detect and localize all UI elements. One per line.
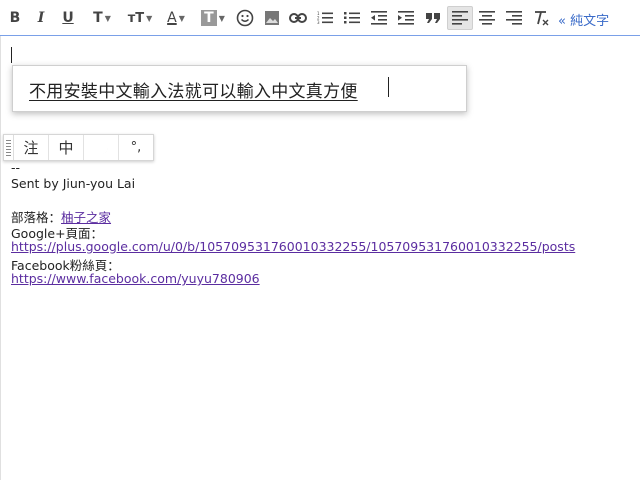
insert-image-button[interactable] <box>261 6 283 30</box>
emoji-button[interactable] <box>234 6 256 30</box>
bulleted-list-button[interactable] <box>341 6 363 30</box>
ime-punctuation-label: °, <box>130 140 142 155</box>
insert-link-button[interactable] <box>287 6 309 30</box>
increase-indent-button[interactable] <box>395 6 417 30</box>
plain-text-label: « 純文字 <box>558 14 610 29</box>
align-left-button[interactable] <box>447 6 473 30</box>
decrease-indent-button[interactable] <box>368 6 390 30</box>
align-center-icon <box>479 11 495 25</box>
italic-button[interactable]: I <box>32 6 50 30</box>
bulleted-list-icon <box>344 12 360 24</box>
highlight-dropdown[interactable]: T ▼ <box>197 6 229 30</box>
bold-label: B <box>9 10 21 26</box>
font-family-label: T <box>93 10 103 26</box>
link-icon <box>289 13 307 23</box>
numbered-list-button[interactable]: 123 <box>314 6 336 30</box>
half-moon-icon <box>97 142 108 154</box>
signature-separator: -- <box>11 160 21 175</box>
text-cursor <box>11 47 12 63</box>
facebook-url[interactable]: https://www.facebook.com/yuyu780906 <box>11 271 260 286</box>
gplus-url[interactable]: https://plus.google.com/u/0/b/1057095317… <box>11 239 575 254</box>
ime-zhuyin-label: 注 <box>23 139 39 157</box>
ime-chinese-label: 中 <box>58 139 74 157</box>
highlight-label: T <box>201 10 217 26</box>
chevron-down-icon: ▼ <box>218 13 225 23</box>
smiley-icon <box>236 9 254 27</box>
font-family-dropdown[interactable]: T ▼ <box>86 6 118 30</box>
underline-button[interactable]: U <box>58 6 78 30</box>
quote-icon <box>426 13 440 23</box>
bold-button[interactable]: B <box>6 6 24 30</box>
align-right-icon <box>506 11 522 25</box>
ime-toolbar: 注 中 °, <box>3 134 154 161</box>
ime-punctuation-button[interactable]: °, <box>119 135 153 160</box>
ime-candidate-text[interactable]: 不用安裝中文輸入法就可以輸入中文真方便 <box>29 77 358 102</box>
quote-button[interactable] <box>422 6 444 30</box>
ime-caret <box>388 77 389 97</box>
align-right-button[interactable] <box>503 6 525 30</box>
gplus-link[interactable]: https://plus.google.com/u/0/b/1057095317… <box>11 239 575 254</box>
chevron-down-icon: ▼ <box>178 13 185 23</box>
underline-label: U <box>62 10 74 26</box>
image-icon <box>265 11 279 25</box>
font-size-dropdown[interactable]: тT ▼ <box>124 6 156 30</box>
italic-label: I <box>37 10 45 26</box>
ime-zhuyin-button[interactable]: 注 <box>14 135 49 160</box>
ime-half-full-width-button[interactable] <box>84 135 119 160</box>
formatting-toolbar: B I U T ▼ тT ▼ A ▼ T ▼ 123 « 純文字 <box>0 0 640 36</box>
editor-left-border <box>0 36 1 480</box>
drag-handle-icon[interactable] <box>4 135 14 160</box>
ime-candidate-popup: 不用安裝中文輸入法就可以輸入中文真方便 <box>12 65 467 112</box>
svg-text:3: 3 <box>317 20 320 25</box>
facebook-link[interactable]: https://www.facebook.com/yuyu780906 <box>11 271 260 286</box>
align-left-icon <box>452 11 468 25</box>
font-size-label: тT <box>127 10 145 26</box>
text-color-dropdown[interactable]: A ▼ <box>160 6 192 30</box>
text-color-label: A <box>167 10 177 26</box>
indent-icon <box>398 11 414 25</box>
plain-text-toggle[interactable]: « 純文字 <box>558 10 609 29</box>
ime-chinese-mode-button[interactable]: 中 <box>49 135 84 160</box>
outdent-icon <box>371 11 387 25</box>
remove-formatting-button[interactable] <box>530 6 552 30</box>
chevron-down-icon: ▼ <box>146 13 153 23</box>
sent-by-text: Sent by Jiun-you Lai <box>11 176 136 191</box>
numbered-list-icon: 123 <box>317 11 333 25</box>
clear-format-icon <box>535 11 549 26</box>
chevron-down-icon: ▼ <box>104 13 111 23</box>
align-center-button[interactable] <box>476 6 498 30</box>
